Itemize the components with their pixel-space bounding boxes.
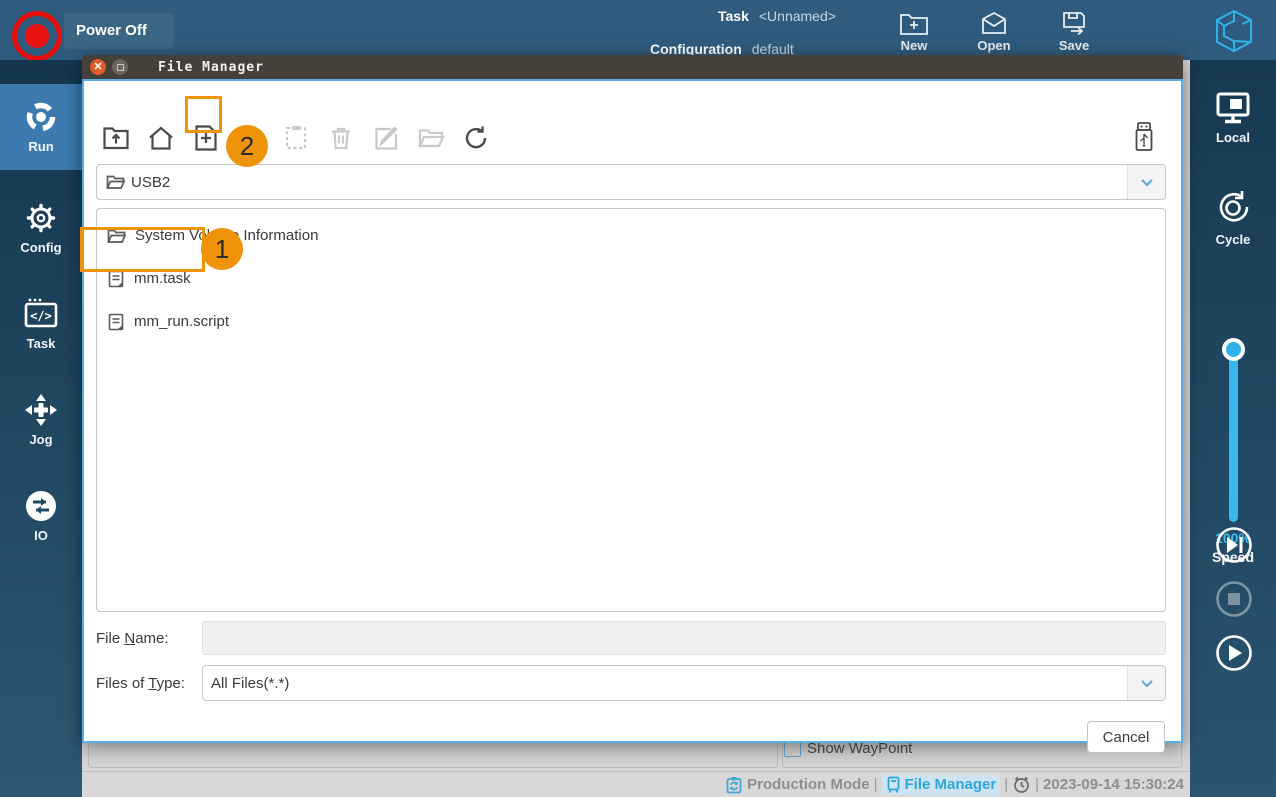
minimize-icon[interactable] bbox=[112, 59, 128, 75]
sidebar-item-io[interactable]: IO bbox=[0, 473, 82, 559]
dialog-body: USB2 System Volume Information mm.task m… bbox=[82, 79, 1183, 753]
folder-up-button[interactable] bbox=[102, 124, 130, 152]
file-list: System Volume Information mm.task mm_run… bbox=[96, 208, 1166, 612]
top-bar: Power Off Task <Unnamed> Configuration def… bbox=[0, 0, 1276, 61]
dialog-title: File Manager bbox=[158, 59, 264, 75]
right-sidebar: Local Cycle 100% Speed bbox=[1190, 60, 1276, 797]
file-row-task[interactable]: mm.task bbox=[97, 257, 1165, 300]
home-button[interactable] bbox=[147, 124, 175, 152]
save-task-button[interactable]: Save bbox=[1042, 10, 1106, 53]
close-icon[interactable]: ✕ bbox=[90, 59, 106, 75]
task-field: Task <Unnamed> bbox=[718, 8, 836, 24]
svg-text:</>: </> bbox=[30, 309, 52, 323]
save-icon bbox=[1042, 10, 1106, 36]
power-status-label: Power Off bbox=[76, 22, 147, 39]
production-mode-icon bbox=[725, 776, 743, 794]
files-of-type-label: Files of Type: bbox=[96, 675, 185, 692]
path-dropdown[interactable]: USB2 bbox=[96, 164, 1166, 200]
path-value: USB2 bbox=[131, 173, 171, 191]
cube-logo-icon bbox=[1214, 9, 1254, 53]
file-name-label: File Name: bbox=[96, 630, 169, 647]
run-icon bbox=[24, 100, 58, 134]
cycle-icon bbox=[1213, 188, 1253, 228]
file-row-folder[interactable]: System Volume Information bbox=[97, 214, 1165, 257]
monitor-icon bbox=[1213, 90, 1253, 126]
delete-button bbox=[327, 124, 355, 152]
power-icon bbox=[25, 24, 49, 48]
files-of-type-dropdown[interactable]: All Files(*.*) bbox=[202, 665, 1166, 701]
document-icon bbox=[107, 270, 125, 288]
chevron-down-icon[interactable] bbox=[1127, 165, 1165, 199]
folder-open-button bbox=[417, 124, 445, 152]
cycle-mode-button[interactable]: Cycle bbox=[1190, 188, 1276, 247]
document-icon bbox=[107, 313, 125, 331]
clock-icon bbox=[1012, 775, 1031, 794]
task-label: Task bbox=[718, 8, 749, 24]
power-button[interactable] bbox=[12, 11, 62, 61]
refresh-button[interactable] bbox=[462, 124, 490, 152]
new-file-button[interactable] bbox=[192, 124, 220, 152]
file-manager-icon bbox=[886, 776, 901, 794]
sidebar-item-run[interactable]: Run bbox=[0, 84, 82, 170]
folder-plus-icon bbox=[882, 10, 946, 36]
cancel-button[interactable]: Cancel bbox=[1087, 721, 1165, 753]
sidebar-item-config[interactable]: Config bbox=[0, 185, 82, 271]
copy-button bbox=[237, 124, 265, 152]
production-mode-status: Production Mode bbox=[725, 776, 870, 794]
gear-icon bbox=[24, 201, 58, 235]
speed-slider[interactable] bbox=[1222, 338, 1245, 522]
stop-button bbox=[1215, 580, 1253, 618]
edit-button bbox=[372, 124, 400, 152]
task-value: <Unnamed> bbox=[758, 8, 836, 24]
usb-drive-icon bbox=[1132, 121, 1158, 153]
status-bar: Production Mode | File Manager | | 2023-… bbox=[82, 771, 1190, 797]
status-timestamp: 2023-09-14 15:30:24 bbox=[1043, 776, 1184, 793]
file-manager-dialog: ✕ File Manager USB2 System Volume Inform… bbox=[82, 55, 1183, 753]
files-of-type-value: All Files(*.*) bbox=[211, 674, 290, 692]
chevron-down-icon[interactable] bbox=[1127, 666, 1165, 700]
io-sync-icon bbox=[24, 489, 58, 523]
folder-icon bbox=[107, 228, 126, 244]
file-row-script[interactable]: mm_run.script bbox=[97, 300, 1165, 343]
sidebar-item-task[interactable]: </> Task bbox=[0, 281, 82, 367]
sidebar-item-jog[interactable]: Jog bbox=[0, 377, 82, 463]
step-button[interactable] bbox=[1215, 526, 1253, 564]
left-sidebar: Run Config </> Task Jog IO bbox=[0, 60, 82, 797]
current-page-status: File Manager bbox=[881, 774, 1001, 795]
folder-icon bbox=[106, 174, 125, 190]
file-name-input[interactable] bbox=[202, 621, 1166, 655]
open-task-button[interactable]: Open bbox=[962, 10, 1026, 53]
open-icon bbox=[962, 10, 1026, 36]
new-task-button[interactable]: New bbox=[882, 10, 946, 53]
dialog-titlebar[interactable]: ✕ File Manager bbox=[82, 55, 1183, 79]
move-arrows-icon bbox=[24, 393, 58, 427]
local-mode-button[interactable]: Local bbox=[1190, 90, 1276, 145]
code-window-icon: </> bbox=[23, 297, 59, 331]
speed-slider-knob[interactable] bbox=[1222, 338, 1245, 361]
play-button[interactable] bbox=[1215, 634, 1253, 672]
paste-button bbox=[282, 124, 310, 152]
